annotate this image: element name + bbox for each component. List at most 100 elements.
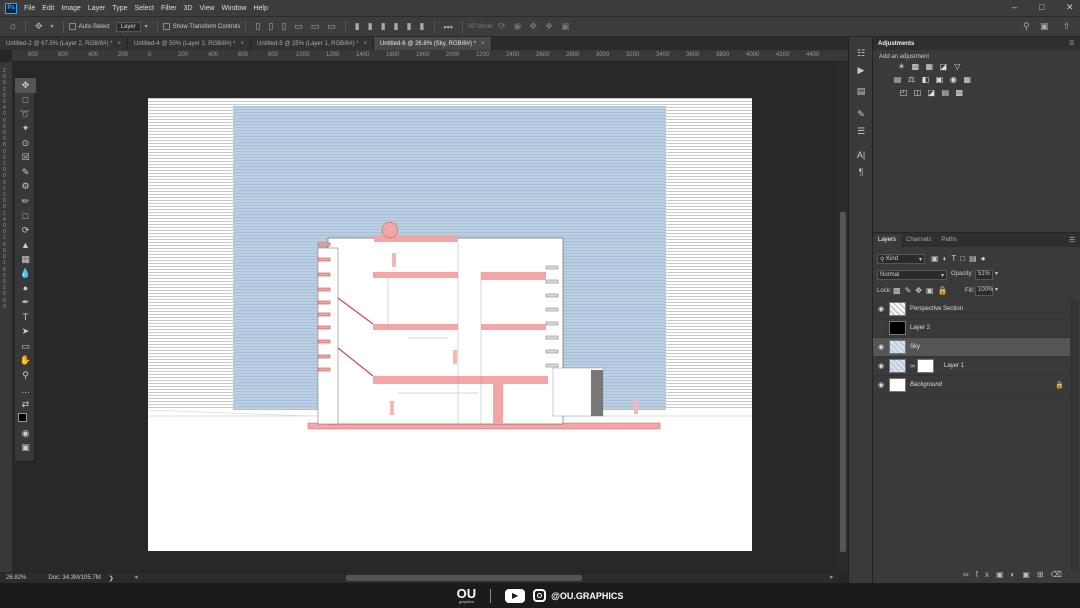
trash-icon[interactable]: ⌫	[1051, 570, 1069, 579]
invert-icon[interactable]: ◰	[899, 88, 908, 97]
magic-wand-icon[interactable]: ✦	[15, 122, 36, 137]
character-icon[interactable]: A|	[849, 146, 873, 163]
menu-help[interactable]: Help	[253, 5, 267, 12]
selective-color-icon[interactable]: ▩	[955, 88, 964, 97]
minimize-icon[interactable]: –	[1012, 2, 1017, 12]
scroll-right-icon[interactable]: ▸	[830, 573, 834, 581]
close-icon[interactable]: ×	[481, 41, 485, 47]
layer-row-perspective-section[interactable]: ◉ Perspective Section	[873, 300, 1070, 319]
close-icon[interactable]: ×	[117, 41, 121, 47]
gradient-tool-icon[interactable]: ▦	[15, 252, 36, 267]
workspace-icon[interactable]: ▣	[1040, 21, 1049, 32]
color-lookup-icon[interactable]: ▦	[963, 75, 972, 84]
adjust-sliders-icon[interactable]: ☰	[849, 123, 873, 140]
brush-tool-icon[interactable]: ✏	[15, 194, 36, 209]
chevron-right-icon[interactable]: ❯	[109, 575, 114, 582]
blend-mode-dropdown[interactable]: Normal ▾	[877, 270, 947, 280]
zoom-level[interactable]: 26.82%	[6, 575, 26, 581]
dodge-tool-icon[interactable]: ●	[15, 281, 36, 296]
brush-settings-icon[interactable]: ✎	[849, 106, 873, 123]
lock-image-icon[interactable]: ✎	[905, 286, 916, 295]
healing-brush-icon[interactable]: ⚙	[15, 180, 36, 195]
tab-untitled-4[interactable]: Untitled-4 @ 50% (Layer 2, RGB/8#) * ×	[128, 37, 251, 50]
blur-tool-icon[interactable]: 💧	[15, 267, 36, 282]
zoom-tool-icon[interactable]: ⚲	[15, 368, 36, 383]
chevron-down-icon[interactable]: ▾	[995, 286, 998, 293]
more-options-icon[interactable]: •••	[444, 22, 453, 32]
visibility-eye-icon[interactable]: ◉	[873, 305, 889, 313]
link-layers-icon[interactable]: ∞	[963, 570, 976, 579]
hand-tool-icon[interactable]: ✋	[15, 354, 36, 369]
levels-icon[interactable]: ▩	[911, 62, 920, 71]
distribute-5-icon[interactable]: ▮	[407, 21, 412, 32]
horizontal-scroll-thumb[interactable]	[346, 575, 582, 581]
scroll-left-icon[interactable]: ◂	[134, 573, 138, 581]
history-icon[interactable]: ☷	[849, 45, 873, 62]
layer-row-layer-2[interactable]: □ Layer 2	[873, 319, 1070, 338]
close-icon[interactable]: ×	[240, 41, 244, 47]
chevron-down-icon[interactable]: ▾	[995, 270, 998, 277]
lock-artboard-icon[interactable]: ▣	[926, 286, 938, 295]
tab-untitled-5[interactable]: Untitled-5 @ 25% (Layer 1, RGB/8#) * ×	[250, 37, 374, 50]
more-tools-icon[interactable]: …	[15, 383, 36, 398]
visibility-off-icon[interactable]: □	[873, 325, 889, 332]
threshold-icon[interactable]: ◪	[927, 88, 936, 97]
chevron-down-icon[interactable]: ▾	[51, 23, 54, 30]
link-icon[interactable]: ∞	[910, 363, 915, 370]
filter-type-icon[interactable]: T	[951, 254, 960, 263]
color-swatches[interactable]	[15, 412, 36, 427]
rectangle-tool-icon[interactable]: ▭	[15, 339, 36, 354]
panel-menu-icon[interactable]: ☰	[1069, 236, 1075, 244]
filter-smart-icon[interactable]: ▤	[969, 254, 981, 263]
properties-icon[interactable]: ▤	[849, 83, 873, 100]
horizontal-scrollbar[interactable]: ◂ ▸	[134, 573, 838, 583]
layer-row-layer-1[interactable]: ◉ ∞ Layer 1	[873, 357, 1070, 376]
show-transform-controls-checkbox[interactable]: Show Transform Controls	[162, 23, 240, 30]
screen-mode-icon[interactable]: ▣	[15, 441, 36, 456]
align-bottom-icon[interactable]: ▭	[327, 21, 336, 32]
align-center-icon[interactable]: ▯	[268, 21, 273, 32]
layers-scrollbar[interactable]	[1070, 300, 1078, 570]
vertical-scrollbar[interactable]	[838, 62, 848, 572]
auto-select-target-dropdown[interactable]: Layer	[115, 21, 141, 32]
opacity-input[interactable]: 51%	[975, 270, 993, 280]
layer-row-sky[interactable]: ◉ Sky	[873, 338, 1070, 357]
fx-icon[interactable]: fx	[976, 570, 996, 579]
channel-mixer-icon[interactable]: ◉	[949, 75, 958, 84]
ruler-horizontal[interactable]: 800 600 400 200 0 200 400 600 800 1000 1…	[12, 50, 848, 62]
color-balance-icon[interactable]: ⚖	[907, 75, 916, 84]
paragraph-icon[interactable]: ¶	[849, 163, 873, 180]
tab-untitled-6[interactable]: Untitled-6 @ 26.8% (Sky, RGB/8#) * ×	[373, 37, 492, 50]
lock-transparent-icon[interactable]: ▩	[893, 286, 905, 295]
home-icon[interactable]: ⌂	[10, 21, 16, 32]
distribute-6-icon[interactable]: ▮	[420, 21, 425, 32]
adjustment-layer-icon[interactable]: ◐	[1011, 570, 1023, 579]
align-left-icon[interactable]: ▯	[255, 21, 260, 32]
menu-layer[interactable]: Layer	[88, 5, 106, 12]
align-top-icon[interactable]: ▭	[294, 21, 303, 32]
filter-toggle-icon[interactable]: ●	[981, 254, 990, 263]
pen-tool-icon[interactable]: ✒	[15, 296, 36, 311]
vibrance-icon[interactable]: ▽	[953, 62, 962, 71]
frame-tool-icon[interactable]: ☒	[15, 151, 36, 166]
add-mask-icon[interactable]: ▣	[996, 570, 1011, 579]
doc-size[interactable]: Doc: 34.3M/105.7M	[48, 575, 100, 581]
marquee-tool-icon[interactable]: □	[15, 93, 36, 108]
swap-colors-icon[interactable]: ⇄	[15, 397, 36, 412]
tab-paths[interactable]: Paths	[936, 234, 961, 247]
tab-channels[interactable]: Channels	[901, 234, 936, 247]
exposure-icon[interactable]: ◪	[939, 62, 948, 71]
move-tool-icon[interactable]: ✥	[15, 78, 36, 93]
share-icon[interactable]: ⇧	[1063, 21, 1071, 32]
layer-row-background[interactable]: ◉ Background 🔒	[873, 376, 1070, 395]
menu-view[interactable]: View	[200, 5, 215, 12]
history-brush-icon[interactable]: ⟳	[15, 223, 36, 238]
layer-filter-dropdown[interactable]: ⚲ Kind ▾	[877, 254, 925, 264]
document-canvas[interactable]	[148, 98, 752, 551]
menu-type[interactable]: Type	[112, 5, 127, 12]
tab-untitled-2[interactable]: Untitled-2 @ 67.5% (Layer 2, RGB/8#) * ×	[0, 37, 128, 50]
photo-filter-icon[interactable]: ▣	[935, 75, 944, 84]
menu-select[interactable]: Select	[135, 5, 154, 12]
filter-shape-icon[interactable]: □	[960, 254, 969, 263]
quick-mask-icon[interactable]: ◉	[15, 426, 36, 441]
